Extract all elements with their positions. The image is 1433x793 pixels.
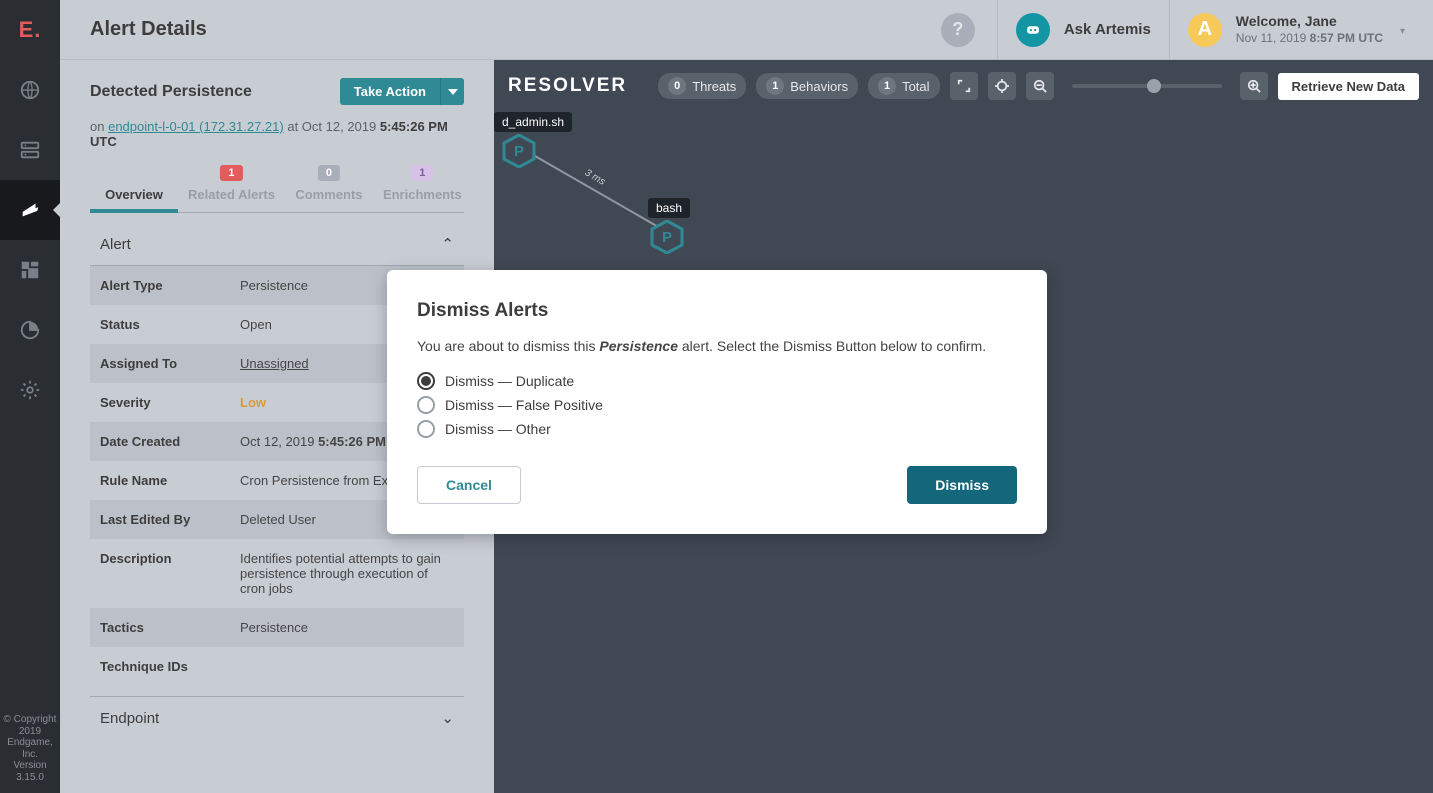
fullscreen-icon[interactable]	[950, 72, 978, 100]
nav-item-analytics[interactable]	[0, 300, 60, 360]
row-tactics: TacticsPersistence	[90, 608, 464, 647]
cancel-button[interactable]: Cancel	[417, 466, 521, 504]
header-timestamp: Nov 11, 2019 8:57 PM UTC	[1236, 31, 1383, 45]
graph-node-1[interactable]: P	[502, 134, 536, 168]
tab-comments[interactable]: 0 Comments	[285, 161, 373, 212]
tab-related-alerts[interactable]: 1 Related Alerts	[178, 161, 285, 212]
pill-behaviors[interactable]: 1Behaviors	[756, 73, 858, 99]
zoom-in-icon[interactable]	[1240, 72, 1268, 100]
chevron-down-icon: ▾	[1400, 26, 1405, 37]
nav-item-dashboards[interactable]	[0, 240, 60, 300]
locate-icon[interactable]	[988, 72, 1016, 100]
nav-item-overview[interactable]	[0, 60, 60, 120]
node-label-2: bash	[648, 198, 690, 218]
node-label-1: d_admin.sh	[494, 112, 572, 132]
zoom-slider[interactable]	[1072, 84, 1222, 88]
ask-artemis-button[interactable]: Ask Artemis	[998, 0, 1169, 59]
graph-node-2[interactable]: P	[650, 220, 684, 254]
radio-duplicate[interactable]: Dismiss — Duplicate	[417, 372, 1017, 390]
take-action-group: Take Action	[340, 78, 464, 105]
ask-artemis-label: Ask Artemis	[1064, 21, 1151, 38]
endpoint-section-header[interactable]: Endpoint ⌄	[90, 696, 464, 739]
detail-tabs: Overview 1 Related Alerts 0 Comments 1 E…	[90, 161, 464, 213]
modal-text: You are about to dismiss this Persistenc…	[417, 338, 1017, 354]
endpoint-link[interactable]: endpoint-l-0-01 (172.31.27.21)	[108, 119, 284, 134]
row-description: DescriptionIdentifies potential attempts…	[90, 539, 464, 608]
alert-subtitle: Detected Persistence	[90, 83, 252, 101]
assigned-link[interactable]: Unassigned	[240, 356, 309, 371]
side-nav: E. © Copyright 2019 Endgame, Inc. Versio…	[0, 0, 60, 793]
nav-item-settings[interactable]	[0, 360, 60, 420]
chevron-up-icon: ⌃	[441, 235, 454, 253]
dismiss-button[interactable]: Dismiss	[907, 466, 1017, 504]
help-icon[interactable]: ?	[941, 13, 975, 47]
page-title: Alert Details	[90, 18, 207, 41]
user-menu[interactable]: A Welcome, Jane Nov 11, 2019 8:57 PM UTC…	[1170, 0, 1415, 59]
take-action-button[interactable]: Take Action	[340, 78, 440, 105]
nav-footer: © Copyright 2019 Endgame, Inc. Version 3…	[0, 706, 60, 793]
resolver-toolbar: RESOLVER 0Threats 1Behaviors 1Total Retr…	[494, 60, 1433, 112]
radio-false-positive[interactable]: Dismiss — False Positive	[417, 396, 1017, 414]
avatar: A	[1188, 13, 1222, 47]
radio-other[interactable]: Dismiss — Other	[417, 420, 1017, 438]
pill-threats[interactable]: 0Threats	[658, 73, 746, 99]
take-action-caret[interactable]	[440, 78, 464, 105]
modal-title: Dismiss Alerts	[417, 300, 1017, 322]
tab-enrichments[interactable]: 1 Enrichments	[373, 161, 472, 212]
resolver-title: RESOLVER	[508, 75, 627, 97]
pill-total[interactable]: 1Total	[868, 73, 939, 99]
row-technique: Technique IDs	[90, 647, 464, 686]
tab-overview[interactable]: Overview	[90, 161, 178, 212]
nav-item-endpoints[interactable]	[0, 120, 60, 180]
header: Alert Details ? Ask Artemis A Welcome, J…	[60, 0, 1433, 60]
artemis-icon	[1016, 13, 1050, 47]
nav-item-alerts[interactable]	[0, 180, 60, 240]
dismiss-alerts-modal: Dismiss Alerts You are about to dismiss …	[387, 270, 1047, 534]
alert-context-line: on endpoint-l-0-01 (172.31.27.21) at Oct…	[90, 119, 464, 149]
welcome-text: Welcome, Jane	[1236, 14, 1383, 29]
alert-section-header[interactable]: Alert ⌃	[90, 223, 464, 266]
nav-logo[interactable]: E.	[0, 0, 60, 60]
zoom-out-icon[interactable]	[1026, 72, 1054, 100]
chevron-down-icon: ⌄	[441, 709, 454, 727]
retrieve-data-button[interactable]: Retrieve New Data	[1278, 73, 1419, 100]
